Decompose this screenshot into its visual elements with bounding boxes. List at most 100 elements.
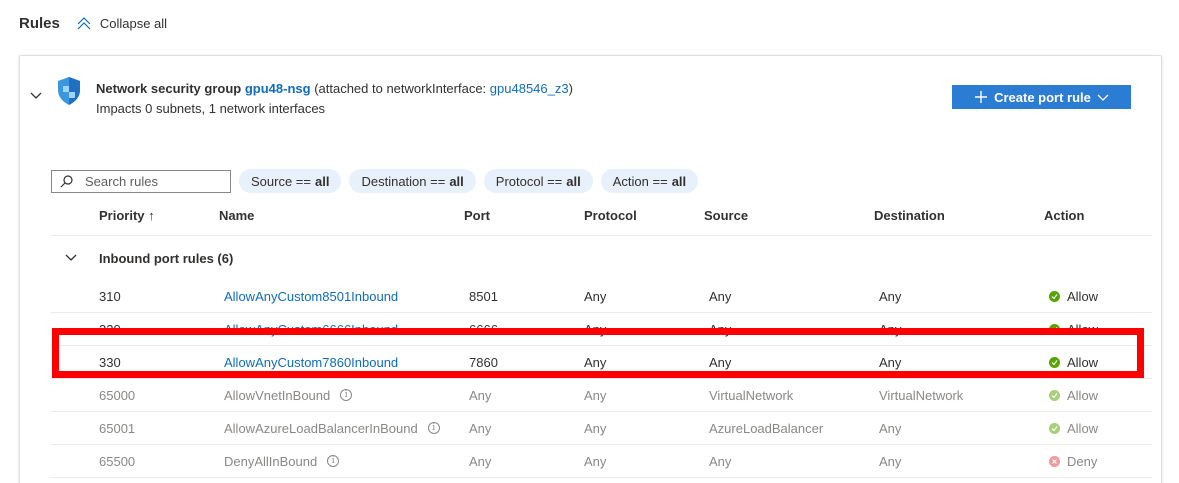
source-cell: Any [709,321,732,337]
priority-cell: 320 [99,321,121,337]
destination-cell: Any [879,420,902,436]
action-cell: Allow [1049,346,1098,378]
protocol-cell: Any [584,354,607,370]
filter-value: all [566,173,581,189]
chevron-down-icon [1097,94,1109,101]
filter-value: all [315,173,330,189]
rule-name: DenyAllInBound [224,453,318,469]
priority-cell: 65000 [99,387,136,403]
table-row[interactable]: 65001 AllowAzureLoadBalancerInBound i An… [50,412,1152,445]
nsg-label: Network security group [96,81,242,96]
rule-name-link[interactable]: AllowAnyCustom6666Inbound [224,313,398,345]
search-input[interactable] [85,173,215,189]
filter-label: Source == [251,173,311,189]
shield-icon [58,77,80,105]
action-label: Allow [1067,354,1099,370]
action-cell: Allow [1049,379,1098,411]
rule-name: AllowAzureLoadBalancerInBound [224,420,418,436]
inbound-rules-group: Inbound port rules (6) [50,236,1152,280]
filter-protocol-pill[interactable]: Protocol == all [483,169,593,193]
rule-name-link[interactable]: AllowAnyCustom8501Inbound [224,280,398,312]
group-label: Inbound port rules (6) [99,250,234,266]
protocol-cell: Any [584,387,607,403]
info-icon[interactable]: i [327,455,340,467]
protocol-cell: Any [584,321,607,337]
filter-action-pill[interactable]: Action == all [600,169,699,193]
column-header-protocol[interactable]: Protocol [584,196,637,235]
destination-cell: VirtualNetwork [879,387,964,403]
port-cell: 8501 [469,288,498,304]
nic-name-link[interactable]: gpu48546_z3 [490,81,569,96]
nsg-card-header: Network security group gpu48-nsg (attach… [20,56,1161,136]
collapse-all-button[interactable]: Collapse all [76,15,167,31]
create-port-rule-label: Create port rule [994,89,1091,105]
nsg-title: Network security group gpu48-nsg (attach… [96,81,573,96]
filter-source-pill[interactable]: Source == all [239,169,342,193]
nsg-card: Network security group gpu48-nsg (attach… [19,55,1162,483]
column-header-destination[interactable]: Destination [874,196,945,235]
priority-cell: 310 [99,288,121,304]
filter-value: all [449,173,464,189]
nsg-name-link[interactable]: gpu48-nsg [245,81,311,96]
source-cell: Any [709,453,732,469]
chevron-down-icon[interactable] [29,89,43,103]
action-cell: Allow [1049,280,1098,312]
table-row[interactable]: 65500 DenyAllInBound i Any Any Any Any D… [50,445,1152,478]
column-header-source[interactable]: Source [704,196,748,235]
check-circle-icon [1049,290,1060,302]
filter-destination-pill[interactable]: Destination == all [349,169,476,193]
rule-name-cell: AllowAzureLoadBalancerInBound i [224,412,440,444]
info-icon[interactable]: i [427,422,440,434]
action-cell: Allow [1049,313,1098,345]
filter-bar: Source == all Destination == all Protoco… [51,169,699,193]
protocol-cell: Any [584,288,607,304]
table-header: Priority ↑ Name Port Protocol Source Des… [50,196,1152,236]
action-label: Allow [1067,420,1099,436]
table-row[interactable]: 320 AllowAnyCustom6666Inbound 6666 Any A… [50,313,1152,346]
destination-cell: Any [879,453,902,469]
source-cell: Any [709,354,732,370]
port-cell: Any [469,453,492,469]
action-cell: Allow [1049,412,1098,444]
nsg-attached-suffix: ) [568,81,573,96]
port-cell: 6666 [469,321,498,337]
table-row[interactable]: 310 AllowAnyCustom8501Inbound 8501 Any A… [50,280,1152,313]
collapse-all-label: Collapse all [99,15,168,31]
action-label: Allow [1067,288,1099,304]
destination-cell: Any [879,321,902,337]
column-header-port[interactable]: Port [464,196,490,235]
search-icon [60,174,73,187]
priority-cell: 65500 [99,453,136,469]
destination-cell: Any [879,288,902,304]
table-row[interactable]: 330 AllowAnyCustom7860Inbound 7860 Any A… [50,346,1152,379]
source-cell: Any [709,288,732,304]
rule-name-link[interactable]: AllowAnyCustom7860Inbound [224,346,398,378]
action-label: Deny [1067,453,1098,469]
double-chevron-up-icon [77,17,91,30]
rules-header: Rules Collapse all [19,12,167,34]
rule-name-cell: AllowVnetInBound i [224,379,353,411]
create-port-rule-button[interactable]: Create port rule [952,85,1131,109]
check-circle-icon [1049,422,1060,434]
filter-label: Destination == [361,173,446,189]
column-header-name[interactable]: Name [219,196,254,235]
destination-cell: Any [879,354,902,370]
table-row[interactable]: 65000 AllowVnetInBound i Any Any Virtual… [50,379,1152,412]
port-cell: 7860 [469,354,498,370]
priority-cell: 65001 [99,420,136,436]
search-box[interactable] [51,169,231,193]
rules-table: Priority ↑ Name Port Protocol Source Des… [50,196,1152,478]
column-header-action[interactable]: Action [1044,196,1084,235]
rule-name: AllowVnetInBound [224,387,331,403]
source-cell: AzureLoadBalancer [709,420,824,436]
protocol-cell: Any [584,420,607,436]
page-title: Rules [19,14,60,32]
action-label: Allow [1067,321,1099,337]
chevron-down-icon[interactable] [64,251,78,265]
filter-value: all [671,173,687,189]
info-icon[interactable]: i [340,389,353,401]
priority-cell: 330 [99,354,121,370]
port-cell: Any [469,420,492,436]
check-circle-icon [1049,389,1060,401]
column-header-priority[interactable]: Priority ↑ [99,196,155,235]
